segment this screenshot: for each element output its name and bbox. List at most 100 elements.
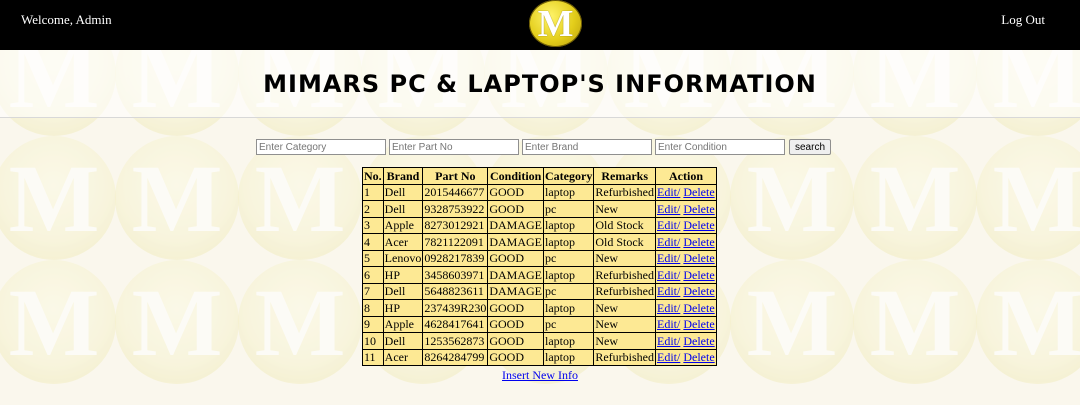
- cell-action: Edit/ Delete: [655, 282, 717, 300]
- delete-link[interactable]: Delete: [683, 235, 714, 249]
- delete-link[interactable]: Delete: [683, 251, 714, 265]
- search-button[interactable]: search: [789, 139, 832, 155]
- cell-part-no: 9328753922: [422, 200, 489, 218]
- cell-remarks: Old Stock: [593, 233, 656, 251]
- edit-link[interactable]: Edit/: [657, 251, 680, 265]
- edit-link[interactable]: Edit/: [657, 185, 680, 199]
- cell-category: pc: [543, 282, 595, 300]
- header-remarks: Remarks: [593, 167, 656, 185]
- cell-brand: HP: [382, 266, 424, 284]
- edit-link[interactable]: Edit/: [657, 218, 680, 232]
- cell-remarks: Refurbished: [593, 266, 656, 284]
- cell-condition: GOOD: [487, 315, 545, 333]
- cell-category: laptop: [543, 183, 595, 201]
- cell-remarks: Old Stock: [593, 216, 656, 234]
- cell-category: laptop: [543, 299, 595, 317]
- cell-brand: Dell: [382, 332, 424, 350]
- cell-action: Edit/ Delete: [655, 249, 717, 267]
- cell-no: 2: [362, 200, 384, 218]
- logo-letter: M: [537, 2, 574, 45]
- category-input[interactable]: [256, 139, 386, 155]
- delete-link[interactable]: Delete: [683, 317, 714, 331]
- cell-remarks: New: [593, 332, 656, 350]
- logout-link[interactable]: Log Out: [1001, 12, 1045, 28]
- table-row: 8 HP 237439R230 GOOD laptop New Edit/ Delete: [362, 299, 717, 317]
- edit-link[interactable]: Edit/: [657, 284, 680, 298]
- header-action: Action: [655, 167, 717, 185]
- table-row: 1 Dell 2015446677 GOOD laptop Refurbished Edit…: [362, 183, 717, 201]
- cell-remarks: New: [593, 249, 656, 267]
- cell-condition: DAMAGE: [487, 233, 545, 251]
- cell-no: 1: [362, 183, 384, 201]
- cell-condition: GOOD: [487, 348, 545, 366]
- cell-condition: DAMAGE: [487, 216, 545, 234]
- cell-remarks: Refurbished: [593, 348, 656, 366]
- cell-no: 3: [362, 216, 384, 234]
- table-row: 10 Dell 1253562873 GOOD laptop New Edit/ Delet…: [362, 332, 717, 350]
- cell-brand: HP: [382, 299, 424, 317]
- cell-brand: Dell: [382, 183, 424, 201]
- edit-link[interactable]: Edit/: [657, 350, 680, 364]
- cell-condition: GOOD: [487, 299, 545, 317]
- cell-part-no: 2015446677: [422, 183, 489, 201]
- cell-remarks: Refurbished: [593, 282, 656, 300]
- table-row: 9 Apple 4628417641 GOOD pc New Edit/ Delete: [362, 315, 717, 333]
- cell-action: Edit/ Delete: [655, 315, 717, 333]
- cell-brand: Acer: [382, 348, 424, 366]
- cell-category: laptop: [543, 216, 595, 234]
- title-band: MIMARS PC & LAPTOP'S INFORMATION: [0, 50, 1080, 118]
- cell-no: 8: [362, 299, 384, 317]
- edit-link[interactable]: Edit/: [657, 268, 680, 282]
- cell-action: Edit/ Delete: [655, 216, 717, 234]
- table-row: 3 Apple 8273012921 DAMAGE laptop Old Stock Edi…: [362, 216, 717, 234]
- cell-part-no: 0928217839: [422, 249, 489, 267]
- cell-category: laptop: [543, 233, 595, 251]
- header-no: No.: [362, 167, 384, 185]
- cell-part-no: 237439R230: [422, 299, 489, 317]
- table-row: 5 Lenovo 0928217839 GOOD pc New Edit/ Delete: [362, 249, 717, 267]
- edit-link[interactable]: Edit/: [657, 301, 680, 315]
- cell-category: laptop: [543, 266, 595, 284]
- cell-remarks: New: [593, 299, 656, 317]
- delete-link[interactable]: Delete: [683, 350, 714, 364]
- welcome-text: Welcome, Admin: [21, 12, 112, 27]
- insert-new-info-link[interactable]: Insert New Info: [502, 368, 578, 382]
- edit-link[interactable]: Edit/: [657, 334, 680, 348]
- search-bar: search: [256, 139, 832, 155]
- cell-action: Edit/ Delete: [655, 183, 717, 201]
- logo: M: [529, 0, 582, 47]
- delete-link[interactable]: Delete: [683, 218, 714, 232]
- cell-no: 5: [362, 249, 384, 267]
- cell-brand: Apple: [382, 315, 424, 333]
- delete-link[interactable]: Delete: [683, 301, 714, 315]
- delete-link[interactable]: Delete: [683, 202, 714, 216]
- edit-link[interactable]: Edit/: [657, 202, 680, 216]
- partno-input[interactable]: [389, 139, 519, 155]
- delete-link[interactable]: Delete: [683, 268, 714, 282]
- top-bar: Welcome, Admin M Log Out: [0, 0, 1080, 50]
- cell-action: Edit/ Delete: [655, 332, 717, 350]
- cell-part-no: 8264284799: [422, 348, 489, 366]
- insert-section: Insert New Info: [0, 368, 1080, 383]
- edit-link[interactable]: Edit/: [657, 317, 680, 331]
- delete-link[interactable]: Delete: [683, 284, 714, 298]
- condition-input[interactable]: [655, 139, 785, 155]
- header-condition: Condition: [487, 167, 545, 185]
- delete-link[interactable]: Delete: [683, 185, 714, 199]
- cell-remarks: New: [593, 315, 656, 333]
- delete-link[interactable]: Delete: [683, 334, 714, 348]
- header-category: Category: [543, 167, 595, 185]
- cell-part-no: 1253562873: [422, 332, 489, 350]
- cell-condition: GOOD: [487, 183, 545, 201]
- cell-no: 7: [362, 282, 384, 300]
- cell-action: Edit/ Delete: [655, 200, 717, 218]
- table-row: 11 Acer 8264284799 GOOD laptop Refurbished Edi…: [362, 348, 717, 366]
- cell-category: pc: [543, 315, 595, 333]
- cell-condition: GOOD: [487, 332, 545, 350]
- brand-input[interactable]: [522, 139, 652, 155]
- info-table: No. Brand Part No Condition Category Rem…: [362, 167, 717, 366]
- edit-link[interactable]: Edit/: [657, 235, 680, 249]
- header-brand: Brand: [382, 167, 424, 185]
- table-row: 7 Dell 5648823611 DAMAGE pc Refurbished Edit/ …: [362, 282, 717, 300]
- cell-action: Edit/ Delete: [655, 266, 717, 284]
